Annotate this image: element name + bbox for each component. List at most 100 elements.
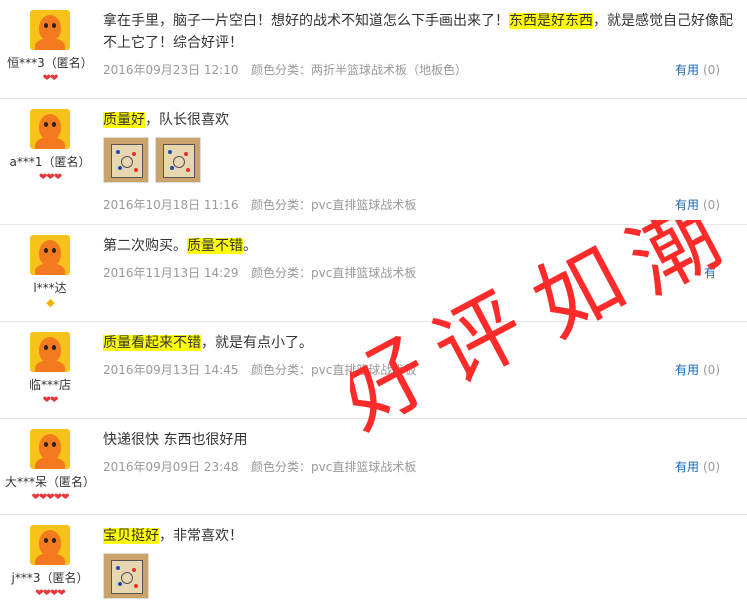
review-text: 宝贝挺好，非常喜欢！	[103, 525, 733, 547]
review-photo-thumbnail[interactable]	[103, 137, 149, 183]
heart-icon: ❤	[46, 172, 54, 183]
useful-label[interactable]: 有用	[675, 63, 699, 77]
review-date: 2016年09月23日 12:10	[103, 63, 239, 77]
player-marker-icon	[118, 166, 122, 170]
review-date: 2016年09月09日 23:48	[103, 460, 239, 474]
sku-category: 颜色分类：pvc直排篮球战术板	[251, 198, 417, 212]
useful-button[interactable]: 有	[704, 265, 720, 281]
reviewer-info: 临***店 ❤❤	[0, 332, 100, 406]
review-photos	[103, 137, 733, 189]
buyer-level-badges: ❤❤❤❤❤	[0, 491, 100, 503]
highlight-keyword: 质量好	[103, 112, 145, 128]
review-text: 质量好，队长很喜欢	[103, 109, 733, 131]
review-text: 质量看起来不错，就是有点小了。	[103, 332, 733, 354]
player-marker-icon	[116, 150, 120, 154]
review-meta: 2016年09月13日 14:45 颜色分类：pvc直排篮球战术板 有用 (0)	[103, 362, 730, 378]
sku-category: 颜色分类：两折半篮球战术板（地板色）	[251, 63, 468, 77]
avatar[interactable]	[30, 235, 70, 275]
court-icon	[111, 560, 143, 594]
review-content: 宝贝挺好，非常喜欢！	[103, 525, 733, 605]
review-text: 第二次购买。质量不错。	[103, 235, 733, 257]
review-date: 2016年11月13日 14:29	[103, 266, 239, 280]
useful-button[interactable]: 有用 (0)	[675, 62, 720, 78]
useful-label[interactable]: 有	[704, 266, 716, 280]
player-marker-icon	[134, 584, 138, 588]
heart-icon: ❤	[42, 588, 51, 599]
player-marker-icon	[132, 568, 136, 572]
useful-label[interactable]: 有用	[675, 460, 699, 474]
useful-count: (0)	[703, 363, 720, 377]
player-marker-icon	[168, 150, 172, 154]
review-text-segment: 快递很快 东西也很好用	[103, 432, 248, 448]
avatar[interactable]	[30, 525, 70, 565]
heart-icon: ❤	[53, 492, 62, 503]
useful-count: (0)	[703, 460, 720, 474]
player-marker-icon	[116, 566, 120, 570]
useful-button[interactable]: 有用 (0)	[675, 459, 720, 475]
reviewer-info: j***3（匿名） ❤❤❤❤	[0, 525, 100, 599]
review-photo-thumbnail[interactable]	[155, 137, 201, 183]
avatar[interactable]	[30, 10, 70, 50]
reviewer-name[interactable]: j***3（匿名）	[0, 569, 100, 586]
sku-category: 颜色分类：pvc直排篮球战术板	[251, 363, 417, 377]
review-item: l***达 ◆ 第二次购买。质量不错。 2016年11月13日 14:29 颜色分类：p…	[0, 225, 747, 322]
heart-icon: ❤	[31, 492, 40, 503]
reviewer-name[interactable]: 恒***3（匿名）	[0, 54, 100, 71]
review-content: 拿在手里，脑子一片空白！想好的战术不知道怎么下手画出来了！东西是好东西，就是感觉…	[103, 10, 733, 54]
highlight-keyword: 质量不错	[187, 238, 243, 254]
highlight-keyword: 质量看起来不错	[103, 335, 201, 351]
reviewer-name[interactable]: a***1（匿名）	[0, 153, 100, 170]
reviewer-name[interactable]: l***达	[0, 279, 100, 296]
reviewer-name[interactable]: 临***店	[0, 376, 100, 393]
buyer-level-badges: ❤❤	[0, 72, 100, 84]
heart-icon: ❤	[57, 588, 65, 599]
review-date: 2016年10月18日 11:16	[103, 198, 239, 212]
player-marker-icon	[186, 168, 190, 172]
review-date: 2016年09月13日 14:45	[103, 363, 239, 377]
diamond-icon: ◆	[46, 296, 55, 309]
review-text-segment: 拿在手里，脑子一片空白！想好的战术不知道怎么下手画出来了！	[103, 13, 509, 29]
review-text-segment: ，队长很喜欢	[145, 112, 229, 128]
avatar[interactable]	[30, 109, 70, 149]
review-text: 快递很快 东西也很好用	[103, 429, 733, 451]
reviewer-info: a***1（匿名） ❤❤❤	[0, 109, 100, 183]
review-text-segment: ，就是有点小了。	[201, 335, 313, 351]
review-item: 大***呆（匿名） ❤❤❤❤❤ 快递很快 东西也很好用 2016年09月09日 23:…	[0, 419, 747, 515]
review-content: 质量看起来不错，就是有点小了。	[103, 332, 733, 354]
review-content: 快递很快 东西也很好用	[103, 429, 733, 451]
reviewer-name[interactable]: 大***呆（匿名）	[0, 473, 100, 490]
review-text-segment: ，非常喜欢！	[159, 528, 243, 544]
sku-category: 颜色分类：pvc直排篮球战术板	[251, 460, 417, 474]
review-meta: 2016年09月09日 23:48 颜色分类：pvc直排篮球战术板 有用 (0)	[103, 459, 730, 475]
review-photo-thumbnail[interactable]	[103, 553, 149, 599]
review-content: 第二次购买。质量不错。	[103, 235, 733, 257]
useful-button[interactable]: 有用 (0)	[675, 362, 720, 378]
highlight-keyword: 宝贝挺好	[103, 528, 159, 544]
buyer-level-badges: ❤❤	[0, 394, 100, 406]
reviewer-info: 恒***3（匿名） ❤❤	[0, 10, 100, 84]
review-item: 恒***3（匿名） ❤❤ 拿在手里，脑子一片空白！想好的战术不知道怎么下手画出来了！…	[0, 0, 747, 99]
sku-category: 颜色分类：pvc直排篮球战术板	[251, 266, 417, 280]
review-meta: 2016年10月18日 11:16 颜色分类：pvc直排篮球战术板 有用 (0)	[103, 197, 730, 213]
heart-icon: ❤	[42, 395, 51, 406]
player-marker-icon	[132, 152, 136, 156]
player-marker-icon	[184, 152, 188, 156]
player-marker-icon	[134, 168, 138, 172]
heart-icon: ❤	[61, 492, 69, 503]
avatar[interactable]	[30, 429, 70, 469]
useful-label[interactable]: 有用	[675, 198, 699, 212]
review-text-segment: 。	[243, 238, 257, 254]
court-icon	[163, 144, 195, 178]
review-text: 拿在手里，脑子一片空白！想好的战术不知道怎么下手画出来了！东西是好东西，就是感觉…	[103, 10, 733, 54]
avatar[interactable]	[30, 332, 70, 372]
review-item: j***3（匿名） ❤❤❤❤ 宝贝挺好，非常喜欢！	[0, 515, 747, 599]
review-item: 临***店 ❤❤ 质量看起来不错，就是有点小了。 2016年09月13日 14:45 颜…	[0, 322, 747, 419]
player-marker-icon	[118, 582, 122, 586]
buyer-level-badges: ◆	[0, 297, 100, 309]
useful-button[interactable]: 有用 (0)	[675, 197, 720, 213]
heart-icon: ❤	[46, 492, 54, 503]
review-meta: 2016年09月23日 12:10 颜色分类：两折半篮球战术板（地板色） 有用 (0)	[103, 62, 730, 78]
useful-label[interactable]: 有用	[675, 363, 699, 377]
buyer-level-badges: ❤❤❤	[0, 171, 100, 183]
heart-icon: ❤	[50, 73, 58, 84]
